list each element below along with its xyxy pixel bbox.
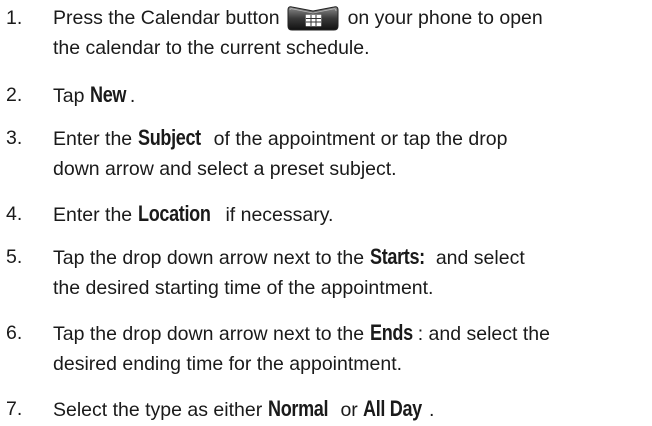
step-text-post: .	[429, 399, 435, 421]
step-text: Tap New.	[53, 81, 651, 110]
step-text-line2: the desired starting time of the appoint…	[53, 277, 434, 299]
step-number: 5.	[6, 246, 23, 268]
keyword-all-day: All Day	[363, 396, 423, 421]
keyword-starts: Starts:	[369, 244, 425, 269]
keyword-ends: Ends	[369, 320, 413, 345]
step-text-line2: down arrow and select a preset subject.	[53, 158, 397, 180]
step-text: Press the Calendar button on your phone …	[53, 4, 651, 62]
step-text-pre: Tap the drop down arrow next to the	[53, 323, 370, 345]
keyword-location: Location	[137, 201, 211, 226]
step-number: 1.	[6, 7, 23, 29]
step-text-before-icon: Press the Calendar button	[53, 7, 280, 29]
step-text-post: .	[129, 85, 136, 107]
step-text-line2: the calendar to the current schedule.	[53, 37, 370, 59]
step-text-pre: Tap the drop down arrow next to the	[53, 247, 370, 269]
step-text-post: : and select the	[417, 323, 550, 345]
step-text-post: and select	[430, 247, 525, 269]
step-text-line2: desired ending time for the appointment.	[53, 353, 403, 375]
step-text-pre: Tap	[53, 85, 90, 107]
step-number: 3.	[6, 127, 23, 149]
step-text: Select the type as either Normal or All …	[53, 395, 651, 424]
step-text: Enter the Subject of the appointment or …	[53, 124, 651, 183]
step-number: 2.	[6, 84, 23, 106]
step-text: Tap the drop down arrow next to the Ends…	[53, 319, 651, 378]
step-number: 7.	[6, 398, 23, 420]
calendar-button-icon	[286, 4, 340, 32]
step-text-pre: Enter the	[53, 128, 138, 150]
step-text: Tap the drop down arrow next to the Star…	[53, 243, 651, 302]
step-text: Enter the Location if necessary.	[53, 200, 651, 229]
step-number: 4.	[6, 203, 23, 225]
keyword-normal: Normal	[267, 396, 329, 421]
step-text-after-icon: on your phone to open	[347, 7, 543, 29]
step-text-post: of the appointment or tap the drop	[208, 128, 508, 150]
step-text-post: if necessary.	[220, 204, 334, 226]
step-number: 6.	[6, 322, 23, 344]
keyword-subject: Subject	[137, 125, 201, 150]
keyword-new: New	[89, 82, 126, 107]
step-text-mid: or	[335, 399, 364, 421]
step-text-pre: Enter the	[53, 204, 138, 226]
step-text-pre: Select the type as either	[53, 399, 268, 421]
